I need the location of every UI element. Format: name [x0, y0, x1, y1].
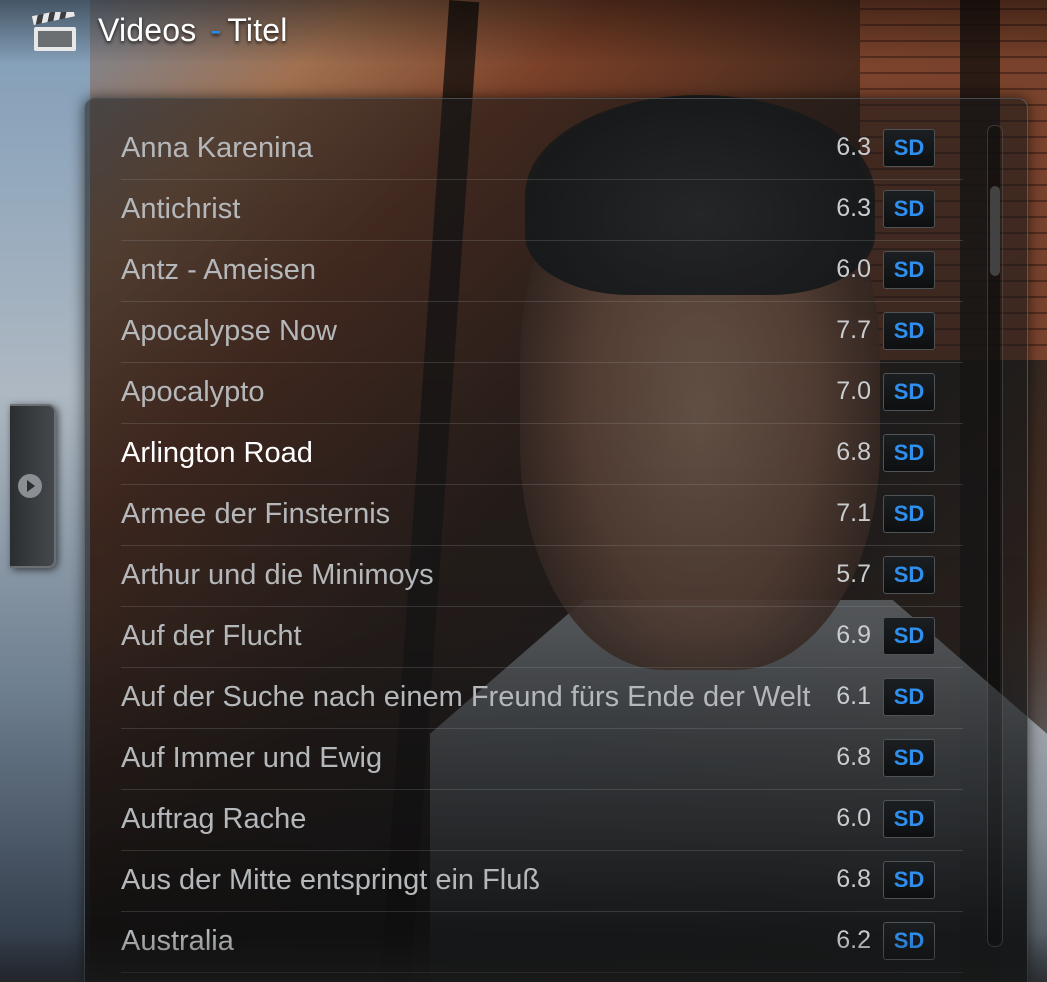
- quality-badge: SD: [883, 495, 935, 533]
- movie-rating: 6.8: [836, 438, 871, 466]
- movie-list: Anna Karenina 6.3 SD Antichrist 6.3 SD Antz - …: [121, 119, 963, 973]
- quality-badge: SD: [883, 373, 935, 411]
- movie-title: Armee der Finsternis: [121, 498, 391, 530]
- movie-title: Antz - Ameisen: [121, 254, 317, 286]
- movie-list-item[interactable]: Auftrag Rache 6.0 SD: [121, 790, 963, 851]
- movie-list-panel: Anna Karenina 6.3 SD Antichrist 6.3 SD Antz - …: [84, 98, 1028, 982]
- movie-rating: 6.3: [836, 133, 871, 161]
- scrollbar[interactable]: [987, 125, 1003, 947]
- movie-title: Arlington Road: [121, 437, 313, 469]
- movie-rating: 6.3: [836, 194, 871, 222]
- movie-title: Auf Immer und Ewig: [121, 742, 383, 774]
- quality-badge: SD: [883, 129, 935, 167]
- movie-rating: 6.8: [836, 865, 871, 893]
- movie-title: Auftrag Rache: [121, 803, 307, 835]
- quality-badge: SD: [883, 312, 935, 350]
- view-title: Titel: [227, 12, 288, 48]
- section-title: Videos: [98, 12, 197, 48]
- movie-list-item[interactable]: Arthur und die Minimoys 5.7 SD: [121, 546, 963, 607]
- movie-title: Auf der Suche nach einem Freund fürs End…: [121, 681, 811, 713]
- movie-rating: 6.0: [836, 255, 871, 283]
- movie-title: Apocalypto: [121, 376, 265, 408]
- movie-title: Anna Karenina: [121, 132, 313, 164]
- quality-badge: SD: [883, 800, 935, 838]
- movie-list-item[interactable]: Antz - Ameisen 6.0 SD: [121, 241, 963, 302]
- movie-title: Apocalypse Now: [121, 315, 337, 347]
- window-title: Videos - Titel: [98, 12, 288, 49]
- quality-badge: SD: [883, 739, 935, 777]
- movie-list-item[interactable]: Armee der Finsternis 7.1 SD: [121, 485, 963, 546]
- footer-bar: [0, 932, 1047, 982]
- movie-list-item[interactable]: Arlington Road 6.8 SD: [121, 424, 963, 485]
- quality-badge: SD: [883, 678, 935, 716]
- movie-list-item[interactable]: Aus der Mitte entspringt ein Fluß 6.8 SD: [121, 851, 963, 912]
- media-center-screen: Videos - Titel Anna Karenina 6.3 SD Antichris…: [0, 0, 1047, 982]
- movie-rating: 6.8: [836, 743, 871, 771]
- movie-rating: 7.1: [836, 499, 871, 527]
- movie-title: Auf der Flucht: [121, 620, 302, 652]
- movie-list-item[interactable]: Auf der Suche nach einem Freund fürs End…: [121, 668, 963, 729]
- movie-rating: 6.0: [836, 804, 871, 832]
- quality-badge: SD: [883, 556, 935, 594]
- movie-list-item[interactable]: Auf der Flucht 6.9 SD: [121, 607, 963, 668]
- movie-rating: 7.7: [836, 316, 871, 344]
- movie-list-item[interactable]: Antichrist 6.3 SD: [121, 180, 963, 241]
- quality-badge: SD: [883, 861, 935, 899]
- movie-list-item[interactable]: Apocalypto 7.0 SD: [121, 363, 963, 424]
- window-header: Videos - Titel: [0, 0, 1047, 64]
- clapperboard-icon: [30, 7, 80, 54]
- chevron-right-circle-icon[interactable]: [16, 472, 44, 500]
- movie-rating: 6.9: [836, 621, 871, 649]
- movie-list-item[interactable]: Anna Karenina 6.3 SD: [121, 119, 963, 180]
- movie-title: Antichrist: [121, 193, 241, 225]
- quality-badge: SD: [883, 434, 935, 472]
- title-separator: -: [210, 12, 222, 48]
- quality-badge: SD: [883, 190, 935, 228]
- side-menu-tab[interactable]: [10, 404, 56, 568]
- movie-list-item[interactable]: Auf Immer und Ewig 6.8 SD: [121, 729, 963, 790]
- quality-badge: SD: [883, 251, 935, 289]
- scrollbar-thumb[interactable]: [990, 186, 1000, 276]
- movie-rating: 6.1: [836, 682, 871, 710]
- quality-badge: SD: [883, 617, 935, 655]
- movie-list-item[interactable]: Apocalypse Now 7.7 SD: [121, 302, 963, 363]
- movie-title: Arthur und die Minimoys: [121, 559, 434, 591]
- movie-rating: 7.0: [836, 377, 871, 405]
- movie-title: Aus der Mitte entspringt ein Fluß: [121, 864, 541, 896]
- movie-rating: 5.7: [836, 560, 871, 588]
